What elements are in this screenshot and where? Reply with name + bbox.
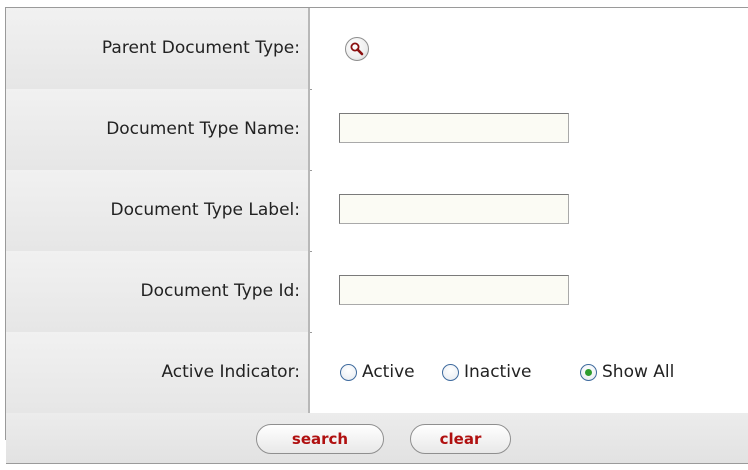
radio-inactive-circle[interactable] bbox=[442, 364, 459, 381]
radio-inactive-label: Inactive bbox=[464, 362, 532, 382]
parent-document-type-field bbox=[312, 8, 748, 89]
search-icon[interactable] bbox=[345, 37, 369, 61]
clear-button[interactable]: clear bbox=[410, 424, 511, 454]
row-document-type-name: Document Type Name: bbox=[6, 89, 748, 171]
row-document-type-label: Document Type Label: bbox=[6, 170, 748, 252]
parent-document-type-label: Parent Document Type: bbox=[6, 8, 310, 89]
document-type-name-input[interactable] bbox=[339, 113, 569, 143]
document-type-id-input[interactable] bbox=[339, 275, 569, 305]
lookup-search-form: Parent Document Type: Document Type Name… bbox=[5, 7, 748, 464]
document-type-label-cell bbox=[312, 170, 748, 251]
document-type-id-cell bbox=[312, 251, 748, 332]
row-active-indicator: Active Indicator: Active Inactive Show A… bbox=[6, 332, 748, 414]
radio-active-circle[interactable] bbox=[340, 364, 357, 381]
document-type-label-label: Document Type Label: bbox=[6, 170, 310, 251]
button-bar: search clear bbox=[6, 413, 748, 464]
document-type-name-label: Document Type Name: bbox=[6, 89, 310, 170]
document-type-id-label: Document Type Id: bbox=[6, 251, 310, 332]
active-indicator-label: Active Indicator: bbox=[6, 332, 310, 413]
radio-show-all-label: Show All bbox=[602, 362, 675, 382]
document-type-label-input[interactable] bbox=[339, 194, 569, 224]
row-document-type-id: Document Type Id: bbox=[6, 251, 748, 333]
radio-active-label: Active bbox=[362, 362, 415, 382]
document-type-name-cell bbox=[312, 89, 748, 170]
row-parent-document-type: Parent Document Type: bbox=[6, 8, 748, 90]
search-button[interactable]: search bbox=[256, 424, 384, 454]
radio-show-all-circle[interactable] bbox=[580, 364, 597, 381]
active-indicator-cell: Active Inactive Show All bbox=[312, 332, 748, 413]
